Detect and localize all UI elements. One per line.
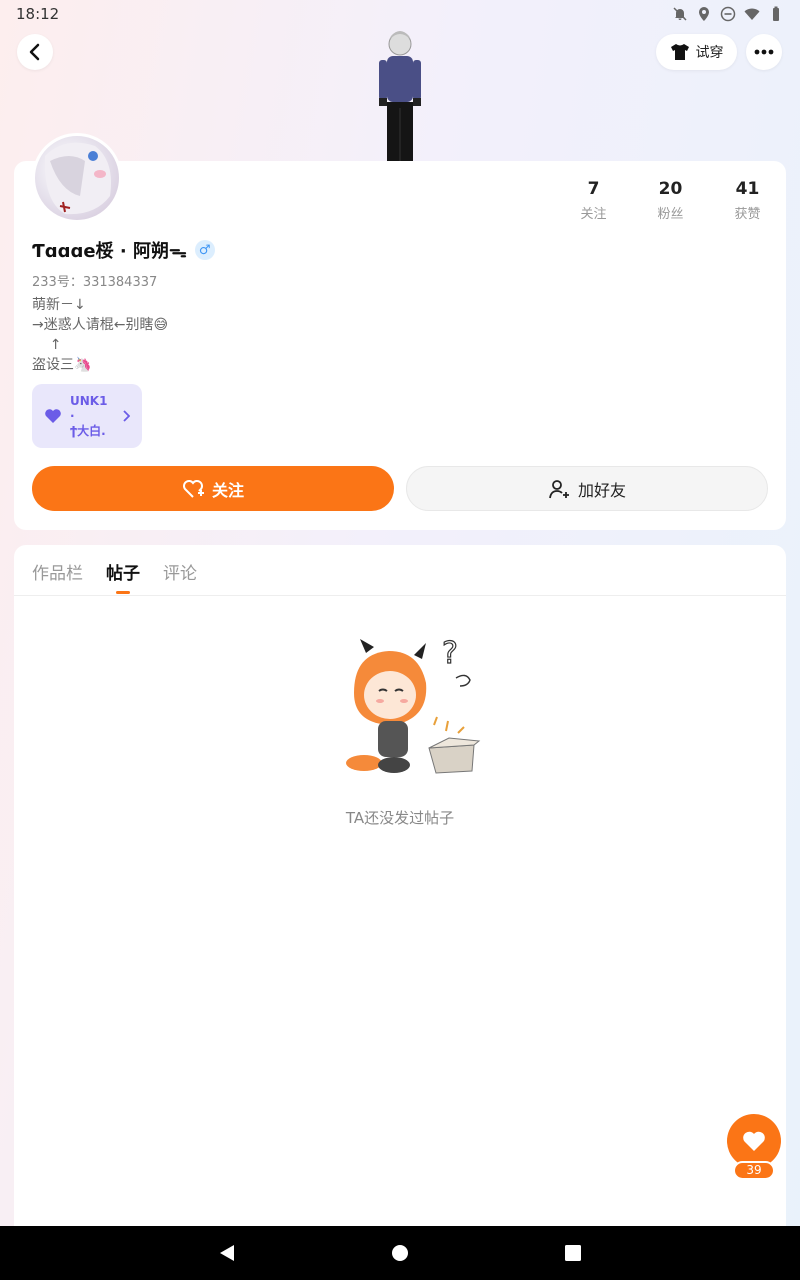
stat-likes-value: 41 <box>735 179 760 199</box>
profile-stats: 7 关注 20 粉丝 41 获赞 <box>555 179 786 222</box>
heart-plus-icon <box>182 479 204 498</box>
location-icon <box>699 7 709 21</box>
try-on-label: 试穿 <box>695 45 724 61</box>
team-chip-line1: UNK1 <box>70 393 108 408</box>
recents-square-icon[interactable] <box>564 1244 582 1262</box>
add-friend-button[interactable]: 加好友 <box>406 466 768 511</box>
stat-following-value: 7 <box>587 179 600 199</box>
battery-icon <box>773 6 779 21</box>
tab-posts[interactable]: 帖子 <box>106 559 140 594</box>
status-time: 18:12 <box>16 5 60 23</box>
back-triangle-icon[interactable] <box>218 1244 236 1262</box>
tab-comments[interactable]: 评论 <box>163 559 197 594</box>
profile-card: 7 关注 20 粉丝 41 获赞 Ƭɑɑɑe桵 · 阿朔ᯓ ♂ 233号：331… <box>14 133 786 530</box>
status-icons <box>672 6 784 22</box>
username: Ƭɑɑɑe桵 · 阿朔ᯓ <box>32 241 187 262</box>
wifi-icon <box>744 8 760 20</box>
team-chip[interactable]: UNK1 · ϯ大白. <box>32 384 142 448</box>
notifications-off-icon <box>673 7 687 21</box>
user-bio: 萌新－↓ →迷惑人请棍←别瞎😅 ↑ 盗设三🦄 <box>32 297 169 373</box>
stat-followers[interactable]: 20 粉丝 <box>632 179 709 222</box>
add-friend-label: 加好友 <box>577 480 626 500</box>
username-row: Ƭɑɑɑe桵 · 阿朔ᯓ ♂ <box>32 237 215 263</box>
stat-following[interactable]: 7 关注 <box>555 179 632 222</box>
profile-tabs: 作品栏 帖子 评论 <box>32 559 197 594</box>
tshirt-icon <box>670 44 689 60</box>
empty-state-text: TA还没发过帖子 <box>345 809 455 827</box>
content-card: 作品栏 帖子 评论 ? TA还没发过帖子 <box>14 545 786 1226</box>
system-nav-bar <box>0 1226 800 1280</box>
like-count-badge: 39 <box>733 1161 775 1180</box>
team-chip-text: UNK1 · ϯ大白. <box>70 394 114 439</box>
back-button[interactable] <box>17 34 53 70</box>
chevron-left-icon <box>29 43 40 61</box>
status-bar: 18:12 <box>0 0 800 28</box>
tab-divider <box>14 595 786 596</box>
heart-icon <box>743 1131 765 1151</box>
more-options-button[interactable] <box>746 34 782 70</box>
stat-likes-label: 获赞 <box>734 207 761 222</box>
empty-state-illustration: ? <box>346 635 481 774</box>
more-dots-icon <box>754 49 774 55</box>
heart-pair-icon <box>45 409 61 423</box>
stat-following-label: 关注 <box>580 207 607 222</box>
follow-button[interactable]: 关注 <box>32 466 394 511</box>
gender-male-icon: ♂ <box>194 240 215 260</box>
stat-followers-value: 20 <box>658 179 683 199</box>
like-button[interactable] <box>727 1114 781 1168</box>
stat-likes[interactable]: 41 获赞 <box>709 179 786 222</box>
chevron-right-icon <box>123 410 130 422</box>
tab-works[interactable]: 作品栏 <box>32 559 83 594</box>
home-circle-icon[interactable] <box>391 1244 409 1262</box>
svg-text:?: ? <box>442 636 458 671</box>
user-id: 233号：331384337 <box>32 275 158 290</box>
try-on-button[interactable]: 试穿 <box>656 34 737 70</box>
follow-label: 关注 <box>211 480 244 500</box>
user-avatar[interactable] <box>32 133 122 223</box>
add-user-icon <box>549 479 569 498</box>
team-chip-line3: ϯ大白. <box>70 423 106 438</box>
stat-followers-label: 粉丝 <box>657 207 684 222</box>
dnd-icon <box>720 6 736 22</box>
team-chip-line2: · <box>70 408 75 423</box>
avatar-3d-figure <box>365 28 435 162</box>
